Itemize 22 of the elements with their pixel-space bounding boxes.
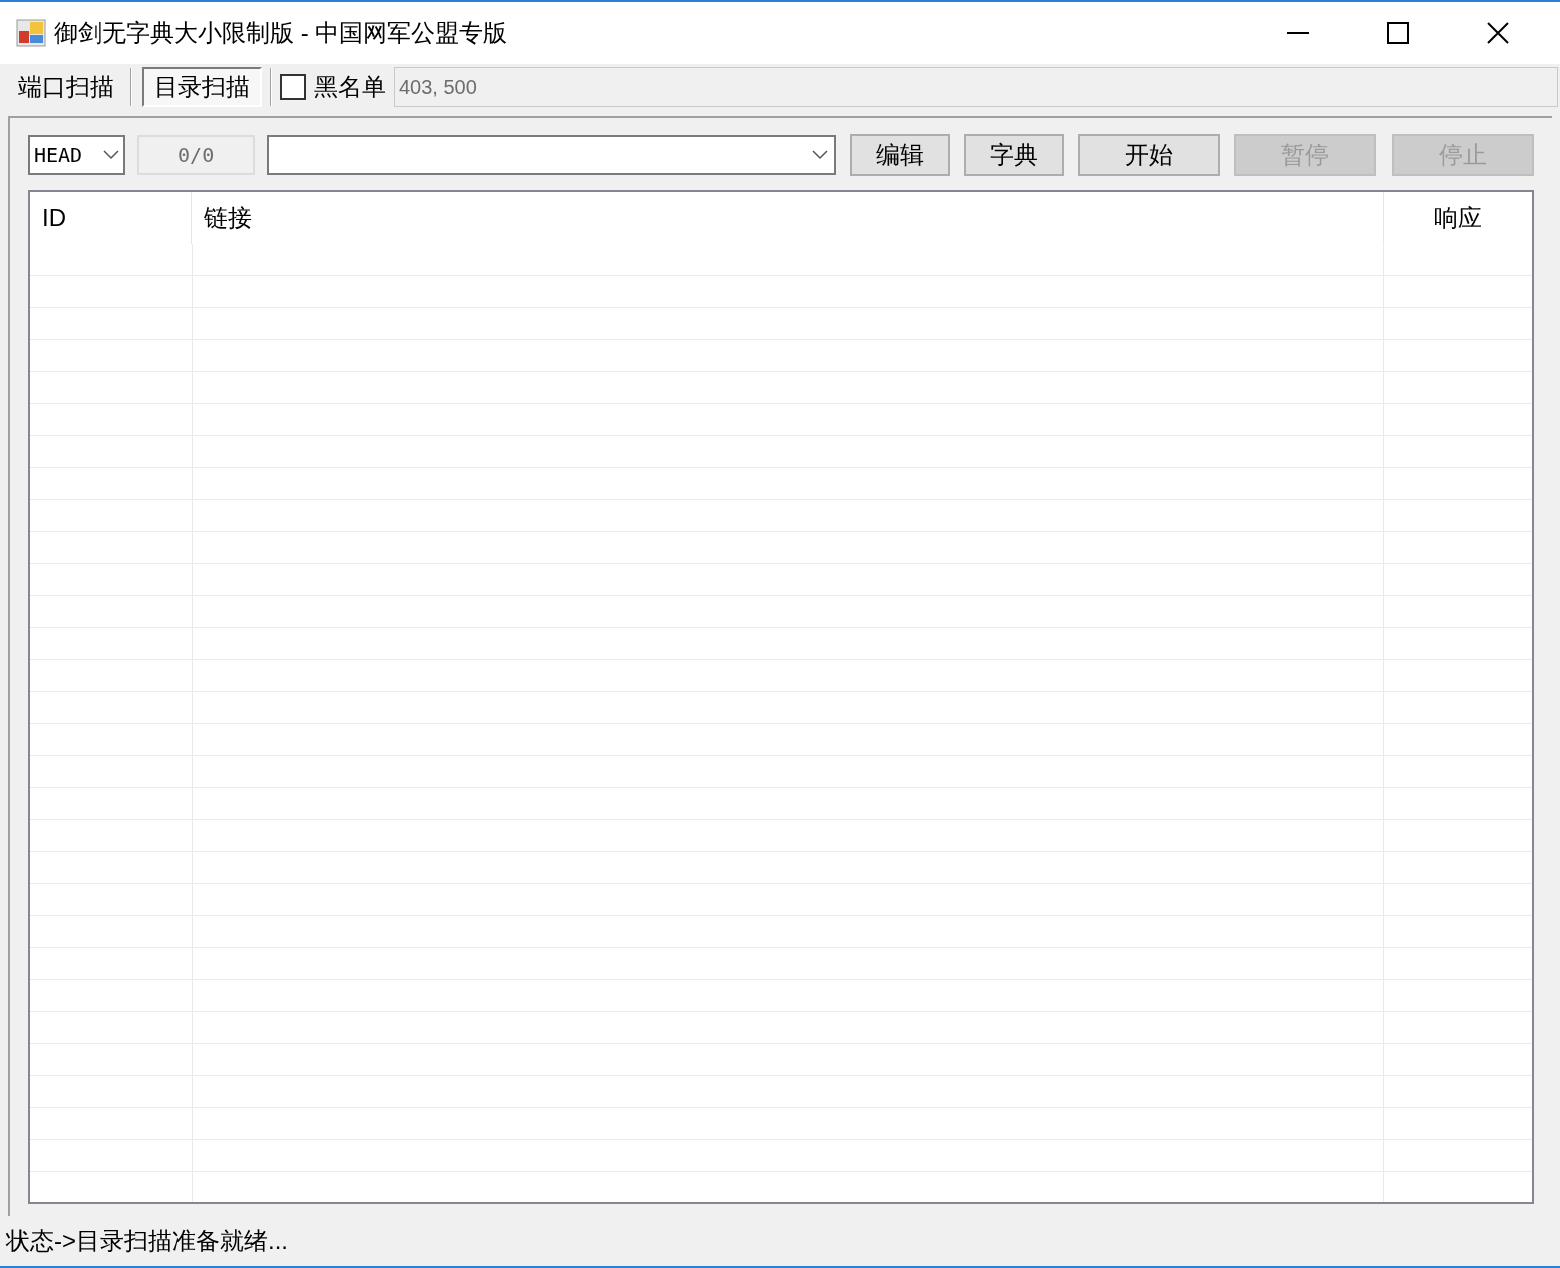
window-title: 御剑无字典大小限制版 - 中国网军公盟专版 bbox=[54, 18, 508, 48]
action-button[interactable]: 开始 bbox=[1078, 134, 1220, 176]
progress-counter: 0/0 bbox=[136, 135, 256, 175]
app-icon bbox=[16, 19, 46, 47]
blacklist-label: 黑名单 bbox=[314, 72, 386, 102]
maximize-icon bbox=[1387, 22, 1409, 44]
chevron-down-icon bbox=[812, 150, 828, 160]
method-dropdown[interactable]: HEAD bbox=[28, 135, 125, 175]
url-combobox[interactable] bbox=[267, 135, 836, 175]
column-header[interactable]: ID bbox=[30, 192, 192, 244]
action-button[interactable]: 编辑 bbox=[850, 134, 950, 176]
tab[interactable]: 端口扫描 bbox=[12, 67, 120, 107]
blacklist-checkbox[interactable] bbox=[280, 74, 306, 100]
column-header[interactable]: 响应 bbox=[1384, 192, 1532, 244]
status-text: 状态->目录扫描准备就绪... bbox=[6, 1226, 288, 1256]
action-button[interactable]: 字典 bbox=[964, 134, 1064, 176]
column-header[interactable]: 链接 bbox=[192, 192, 1384, 244]
close-icon bbox=[1487, 22, 1509, 44]
blacklist-field[interactable]: 403, 500 bbox=[394, 67, 1558, 107]
tab[interactable]: 目录扫描 bbox=[142, 67, 262, 107]
chevron-down-icon bbox=[102, 150, 119, 160]
minimize-icon bbox=[1287, 32, 1309, 34]
